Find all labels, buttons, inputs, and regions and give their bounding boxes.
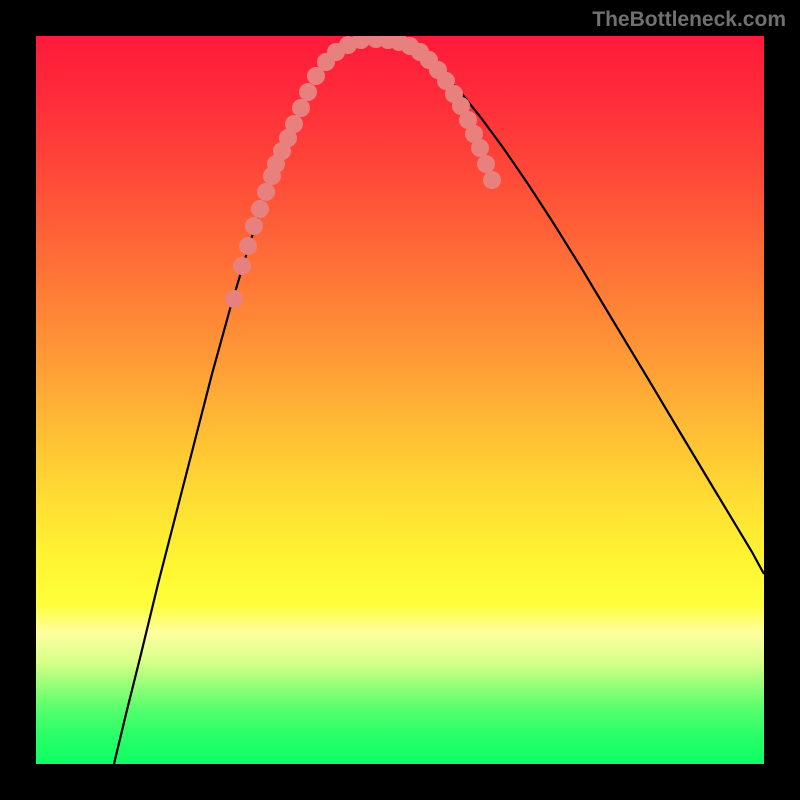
markers-right-cluster (367, 36, 501, 189)
data-marker (245, 217, 263, 235)
data-marker (233, 257, 251, 275)
watermark-text: TheBottleneck.com (592, 8, 786, 32)
data-marker (299, 83, 317, 101)
data-marker (483, 171, 501, 189)
data-marker (471, 139, 489, 157)
chart-svg (36, 36, 764, 764)
data-marker (251, 200, 269, 218)
curve-right-branch (376, 39, 764, 574)
data-marker (285, 115, 303, 133)
data-marker (225, 290, 243, 308)
data-marker (257, 183, 275, 201)
chart-plot-area (36, 36, 764, 764)
data-marker (292, 99, 310, 117)
markers-left-cluster (225, 36, 370, 308)
data-marker (239, 237, 257, 255)
data-marker (477, 155, 495, 173)
curve-left-branch (114, 39, 376, 764)
